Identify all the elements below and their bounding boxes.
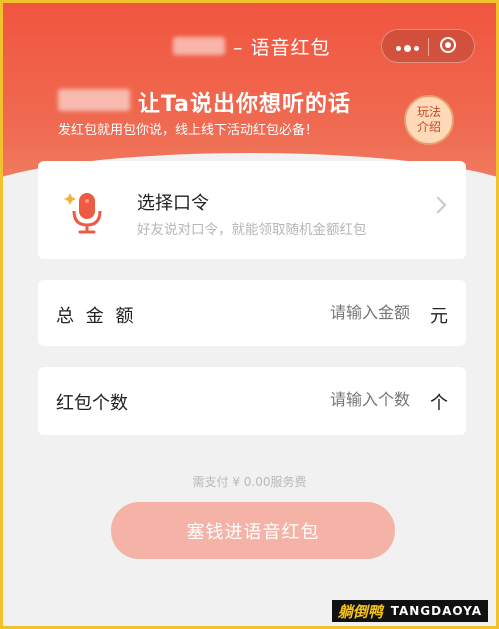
count-label: 红包个数: [56, 393, 128, 414]
chevron-right-icon: [429, 196, 447, 214]
blurred-brand-name: [58, 89, 130, 111]
mini-program-capsule: [381, 29, 475, 63]
watermark-logo: 躺倒鸭 TANGDAOYA: [331, 600, 488, 622]
how-to-play-badge[interactable]: 玩法 介绍: [404, 95, 454, 145]
amount-unit: 元: [430, 306, 448, 327]
badge-line-1: 玩法: [416, 105, 441, 119]
choose-command-card[interactable]: 选择口令 好友说对口令，就能领取随机金额红包: [38, 161, 466, 259]
more-dots-icon[interactable]: [396, 38, 424, 54]
target-icon[interactable]: [440, 37, 456, 53]
subline: 发红包就用包你说，线上线下活动红包必备！: [58, 123, 319, 138]
amount-input[interactable]: [228, 302, 412, 323]
count-unit: 个: [430, 393, 448, 414]
amount-row: 总 金 额 元: [38, 280, 466, 346]
count-input[interactable]: [228, 389, 412, 410]
headline: 让Ta说出你想听的话: [138, 92, 352, 117]
choose-command-subtitle: 好友说对口令，就能领取随机金额红包: [137, 222, 367, 238]
page-title: – 语音红包: [233, 37, 331, 59]
service-fee-text: 需支付 ¥ 0.00服务费: [192, 475, 307, 489]
watermark-en: TANGDAOYA: [390, 604, 482, 618]
count-row: 红包个数 个: [38, 367, 466, 435]
watermark-cn: 躺倒鸭: [337, 602, 383, 621]
submit-red-packet-button[interactable]: 塞钱进语音红包: [111, 502, 395, 559]
microphone-icon: [64, 193, 102, 234]
app-frame: – 语音红包 让Ta说出你想听的话 发红包就用包你说，线上线下活动红包必备！ 玩…: [0, 0, 499, 629]
choose-command-title: 选择口令: [137, 193, 209, 214]
blurred-app-name: [173, 37, 225, 55]
capsule-divider: [428, 38, 429, 56]
amount-label: 总 金 额: [56, 306, 137, 327]
badge-line-2: 介绍: [416, 120, 441, 134]
